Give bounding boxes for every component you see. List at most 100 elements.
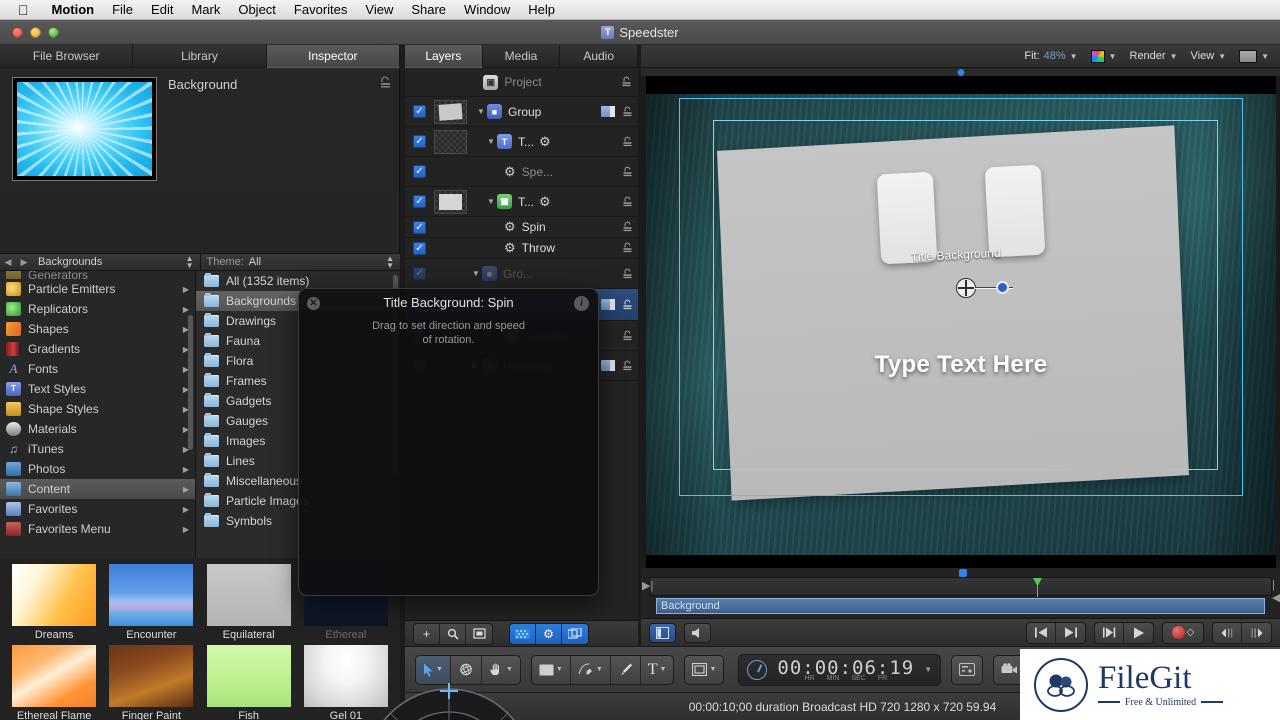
tab-file-browser[interactable]: File Browser (0, 45, 134, 68)
go-to-start-icon[interactable] (1027, 622, 1056, 643)
layer-checkbox[interactable]: ✓ (413, 267, 426, 280)
timeline-marker[interactable] (959, 569, 967, 577)
thumbnail-item[interactable]: Fish (203, 645, 295, 720)
menu-item-favorites[interactable]: Favorites (285, 2, 356, 17)
blend-mode-icon[interactable] (601, 299, 615, 310)
layer-checkbox[interactable]: ✓ (413, 195, 426, 208)
layer-row-behavior-spin[interactable]: ✓ ⚙ Spin (405, 217, 638, 238)
menu-item-edit[interactable]: Edit (142, 2, 182, 17)
menu-item-view[interactable]: View (356, 2, 402, 17)
category-item-generators[interactable]: Generators (0, 271, 195, 279)
theme-stepper-icon[interactable]: ▲ ▼ (386, 255, 394, 270)
path-stepper-icon[interactable]: ▲ ▼ (186, 255, 194, 270)
go-to-end-icon[interactable] (1056, 623, 1085, 643)
display-menu[interactable]: ▼ (1234, 49, 1274, 63)
layer-checkbox[interactable]: ✓ (413, 165, 426, 178)
range-end-handle[interactable]: |◀ (1272, 579, 1280, 604)
pen-icon[interactable]: ▼ (571, 655, 611, 684)
anchor-point-handle[interactable] (956, 278, 976, 298)
info-icon[interactable]: i (574, 296, 589, 311)
layer-row-behavior-throw[interactable]: ✓ ⚙ Throw (405, 238, 638, 259)
menu-item-file[interactable]: File (103, 2, 142, 17)
theme-value[interactable]: All (249, 256, 261, 268)
record-icon[interactable]: ◇ (1163, 623, 1203, 643)
group-icon[interactable] (466, 624, 492, 644)
tab-layers[interactable]: Layers (405, 45, 483, 68)
menu-item-mark[interactable]: Mark (182, 2, 229, 17)
spin-dial[interactable] (344, 667, 554, 720)
menu-item-share[interactable]: Share (402, 2, 455, 17)
category-item-particle-emitters[interactable]: Particle Emitters ▶ (0, 279, 195, 299)
timecode-display[interactable]: 00:00:06:19 HR MIN SEC FR ▼ (738, 653, 942, 686)
layer-row-image[interactable]: ✓ ▼ ▣ T... ⚙ (405, 187, 638, 217)
layer-checkbox[interactable]: ✓ (413, 220, 426, 234)
step-back-icon[interactable] (1095, 622, 1124, 643)
gear-icon[interactable]: ⚙ (539, 134, 551, 150)
lock-icon[interactable] (620, 76, 634, 88)
playhead[interactable] (1033, 578, 1042, 597)
tab-media[interactable]: Media (482, 45, 561, 68)
category-item-replicators[interactable]: Replicators ▶ (0, 299, 195, 319)
background-preview[interactable] (12, 77, 157, 181)
play-icon[interactable] (1124, 623, 1153, 643)
category-item-content[interactable]: Content ▶ (0, 479, 195, 499)
brush-icon[interactable] (611, 655, 641, 684)
category-item-itunes[interactable]: ♫ iTunes ▶ (0, 439, 195, 459)
next-keyframe-icon[interactable] (1242, 623, 1271, 643)
category-item-materials[interactable]: Materials ▶ (0, 419, 195, 439)
category-item-fonts[interactable]: A Fonts ▶ (0, 359, 195, 379)
menu-item-motion[interactable]: Motion (43, 2, 104, 17)
canvas-type-text[interactable]: Type Text Here (875, 351, 1048, 379)
timeline-ruler[interactable] (641, 568, 1280, 577)
thumbnail-item[interactable]: Encounter (105, 564, 197, 641)
render-menu[interactable]: Render ▼ (1125, 50, 1183, 62)
color-control[interactable]: ▼ (1086, 49, 1122, 63)
thumbnail-item[interactable]: Finger Paint (105, 645, 197, 720)
mask-icon[interactable] (510, 623, 536, 644)
lock-icon[interactable] (620, 221, 634, 233)
show-timeline-icon[interactable] (649, 622, 676, 643)
lock-icon[interactable] (620, 196, 634, 208)
blend-mode-icon[interactable] (601, 360, 615, 371)
layer-checkbox[interactable]: ✓ (413, 241, 426, 255)
view-menu[interactable]: View ▼ (1186, 50, 1232, 62)
prev-keyframe-icon[interactable] (1213, 622, 1242, 643)
tile-right[interactable] (984, 164, 1046, 258)
canvas-ruler[interactable] (641, 68, 1280, 76)
thumbnail-item[interactable]: Dreams (8, 564, 100, 641)
menu-item-object[interactable]: Object (229, 2, 285, 17)
back-arrow-icon[interactable]: ◀ (0, 257, 16, 268)
tab-audio[interactable]: Audio (560, 45, 639, 68)
record-anim-icon[interactable] (952, 656, 982, 684)
search-icon[interactable] (440, 623, 466, 644)
lock-icon[interactable] (620, 299, 634, 311)
layers-icon[interactable] (562, 623, 588, 644)
category-item-photos[interactable]: Photos ▶ (0, 459, 195, 479)
disclosure-triangle-icon[interactable]: ▼ (472, 269, 482, 278)
layer-checkbox[interactable]: ✓ (413, 135, 426, 148)
apple-icon[interactable]:  (18, 3, 29, 17)
range-start-handle[interactable]: ▶| (642, 579, 653, 594)
timeline-clip-background[interactable]: Background (656, 598, 1265, 614)
rotation-handle[interactable] (996, 281, 1009, 294)
tab-inspector[interactable]: Inspector (266, 45, 400, 68)
fit-control[interactable]: Fit: 48% ▼ (1019, 50, 1082, 62)
category-item-shape-styles[interactable]: Shape Styles ▶ (0, 399, 195, 419)
mask-rect-icon[interactable]: ▼ (685, 656, 723, 684)
layer-row-text[interactable]: ✓ ▼ T T... ⚙ (405, 127, 638, 157)
lock-icon[interactable] (620, 330, 634, 342)
gear-icon[interactable]: ⚙ (539, 194, 551, 210)
layer-row-group2[interactable]: ✓ ▼ ■ Gro... (405, 259, 638, 289)
menu-item-window[interactable]: Window (455, 2, 519, 17)
lock-icon[interactable] (620, 268, 634, 280)
category-item-favorites[interactable]: Favorites ▶ (0, 499, 195, 519)
canvas-viewer[interactable]: Title Background Type Text Here (646, 76, 1276, 573)
text-tool-icon[interactable]: T ▼ (641, 656, 674, 684)
category-item-text-styles[interactable]: T Text Styles ▶ (0, 379, 195, 399)
tab-library[interactable]: Library (133, 45, 267, 68)
layer-checkbox[interactable]: ✓ (413, 105, 426, 118)
thumbnail-item[interactable]: Equilateral (203, 564, 295, 641)
lock-icon[interactable] (620, 136, 634, 148)
category-scrollbar[interactable] (188, 275, 193, 554)
lock-icon[interactable] (620, 166, 634, 178)
